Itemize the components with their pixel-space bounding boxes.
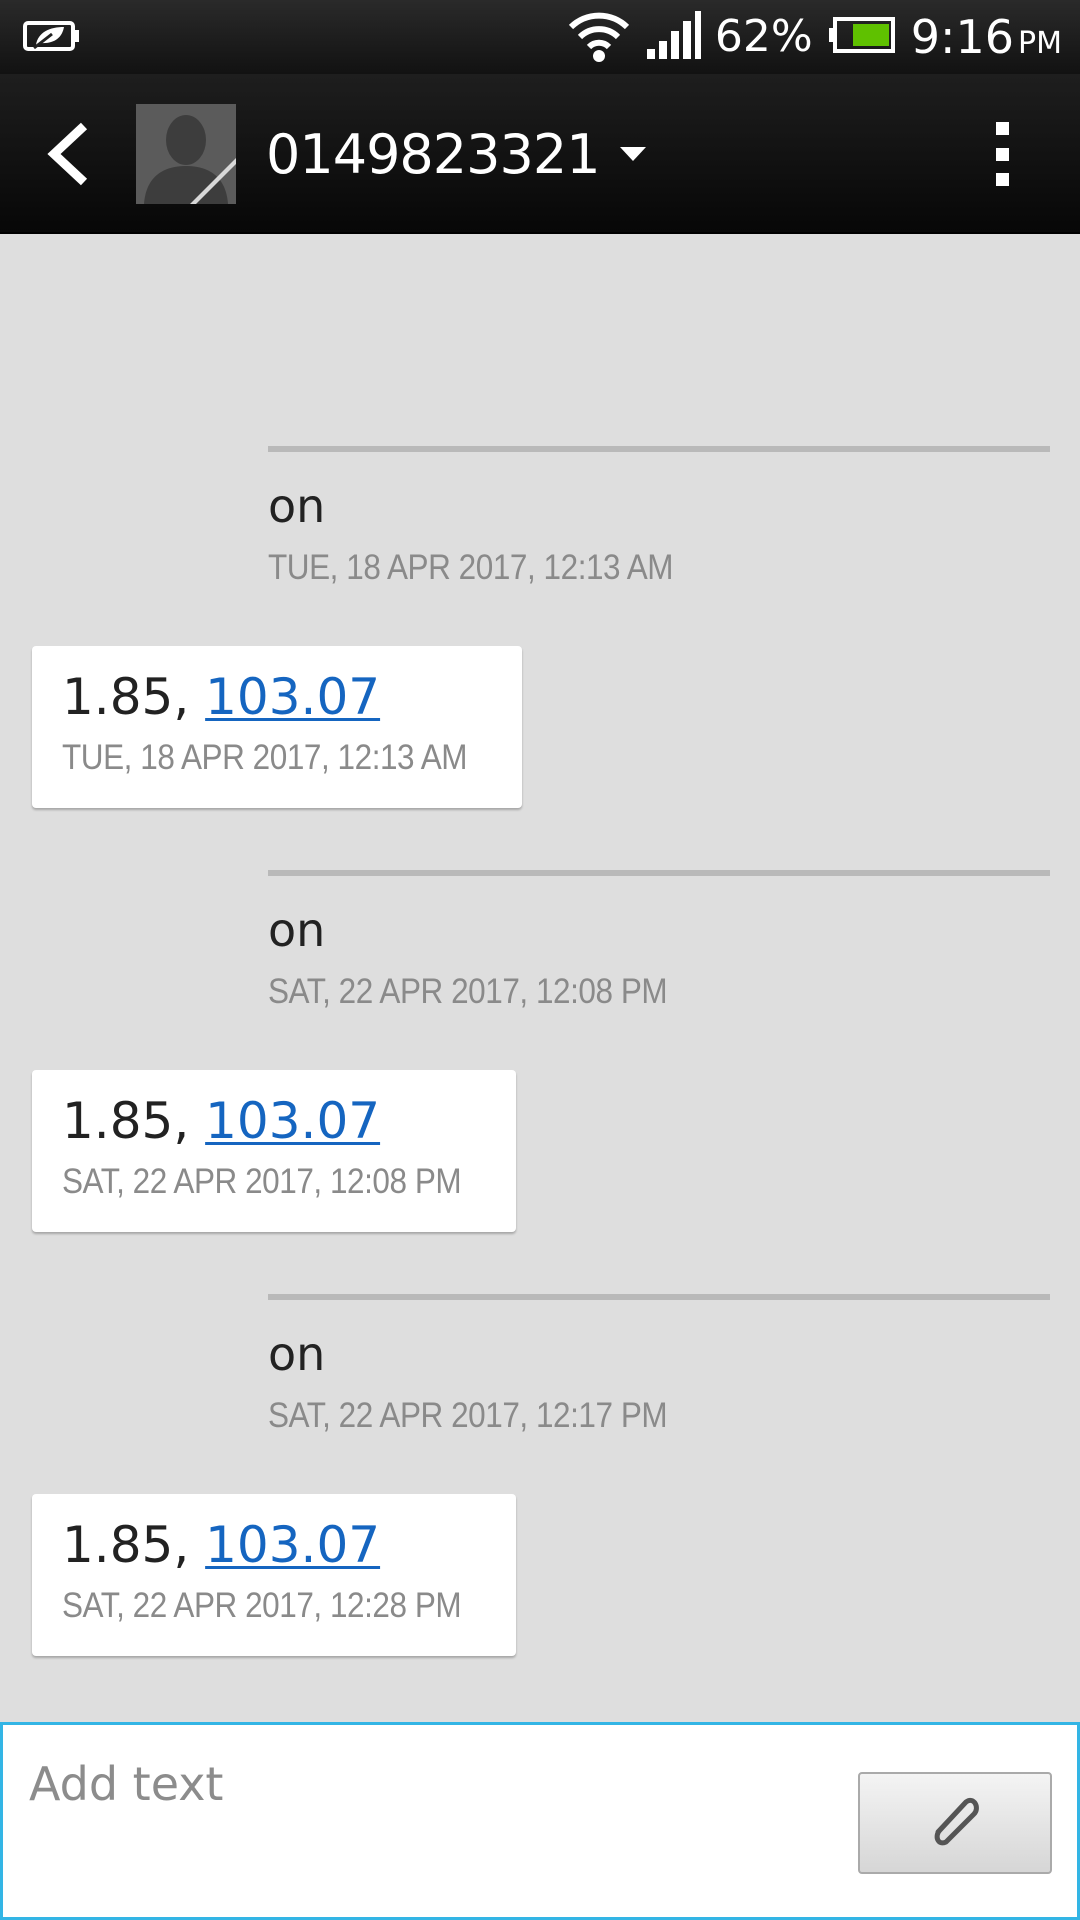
- battery-percent: 62%: [714, 11, 813, 62]
- message-text: 1.85, 103.07: [62, 668, 522, 726]
- menu-dot: [995, 147, 1009, 161]
- sent-message[interactable]: on SAT, 22 APR 2017, 12:08 PM: [268, 870, 1050, 1012]
- message-input[interactable]: [29, 1749, 829, 1819]
- message-prefix: 1.85,: [62, 1092, 206, 1150]
- sent-message[interactable]: on TUE, 18 APR 2017, 12:13 AM: [268, 446, 1050, 588]
- wifi-icon: [567, 7, 631, 68]
- divider: [268, 1294, 1050, 1300]
- power-saver-icon: [22, 18, 84, 59]
- message-text: on: [268, 903, 326, 957]
- clock-ampm: PM: [1018, 26, 1062, 61]
- message-text: 1.85, 103.07: [62, 1092, 516, 1150]
- clock-time: 9:16: [910, 10, 1015, 64]
- attach-button[interactable]: [858, 1772, 1052, 1874]
- message-timestamp: SAT, 22 APR 2017, 12:08 PM: [268, 972, 668, 1011]
- received-message-bubble[interactable]: 1.85, 103.07 SAT, 22 APR 2017, 12:28 PM: [32, 1494, 516, 1656]
- back-button[interactable]: [40, 118, 100, 190]
- message-prefix: 1.85,: [62, 1516, 206, 1574]
- contact-selector[interactable]: 0149823321: [266, 116, 646, 192]
- message-link[interactable]: 103.07: [205, 1092, 380, 1150]
- message-timestamp: SAT, 22 APR 2017, 12:17 PM: [268, 1396, 668, 1435]
- back-icon: [47, 122, 88, 186]
- divider: [268, 870, 1050, 876]
- received-message-bubble[interactable]: 1.85, 103.07 TUE, 18 APR 2017, 12:13 AM: [32, 646, 522, 808]
- conversation-header: 0149823321: [0, 74, 1080, 234]
- battery-icon: [827, 16, 897, 59]
- message-timestamp: SAT, 22 APR 2017, 12:08 PM: [62, 1162, 462, 1201]
- message-text: on: [268, 1327, 326, 1381]
- message-text: on: [268, 479, 326, 533]
- sent-message[interactable]: on SAT, 22 APR 2017, 12:17 PM: [268, 1294, 1050, 1436]
- message-prefix: 1.85,: [62, 668, 206, 726]
- message-composer: [0, 1722, 1080, 1920]
- overflow-menu-icon[interactable]: [990, 122, 1014, 186]
- message-link[interactable]: 103.07: [205, 1516, 380, 1574]
- contact-avatar[interactable]: [136, 104, 236, 204]
- dropdown-caret-icon: [619, 147, 646, 161]
- menu-dot: [995, 122, 1009, 135]
- received-message-bubble[interactable]: 1.85, 103.07 SAT, 22 APR 2017, 12:08 PM: [32, 1070, 516, 1232]
- paperclip-icon: [934, 1798, 979, 1846]
- menu-dot: [995, 173, 1009, 186]
- signal-icon: [645, 10, 701, 64]
- message-timestamp: SAT, 22 APR 2017, 12:28 PM: [62, 1586, 462, 1625]
- message-link[interactable]: 103.07: [205, 668, 380, 726]
- clock: 9:16 PM: [911, 10, 1062, 64]
- status-bar: 62% 9:16 PM: [0, 0, 1080, 74]
- message-text: 1.85, 103.07: [62, 1516, 516, 1574]
- divider: [268, 446, 1050, 452]
- message-timestamp: TUE, 18 APR 2017, 12:13 AM: [268, 548, 674, 587]
- message-timestamp: TUE, 18 APR 2017, 12:13 AM: [62, 738, 468, 777]
- contact-number: 0149823321: [266, 122, 601, 186]
